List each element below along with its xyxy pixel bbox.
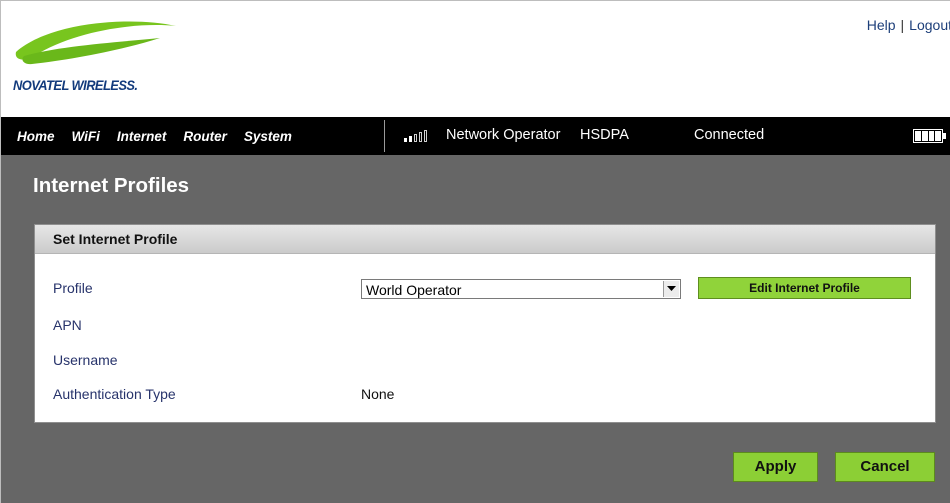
logo-text: NOVATEL WIRELESS.	[13, 77, 138, 93]
username-label: Username	[53, 352, 118, 368]
signal-strength-icon	[404, 130, 430, 142]
nav-item-router[interactable]: Router	[183, 129, 227, 144]
profile-select[interactable]: World Operator	[361, 279, 681, 299]
authentication-type-label: Authentication Type	[53, 386, 176, 402]
network-type: HSDPA	[580, 127, 629, 143]
network-operator: Network Operator	[446, 127, 561, 143]
panel-header: Set Internet Profile	[35, 225, 935, 254]
swoosh-icon	[15, 21, 176, 65]
nav-item-system[interactable]: System	[244, 129, 292, 144]
page-title: Internet Profiles	[33, 174, 190, 197]
apn-label: APN	[53, 317, 82, 333]
connection-status: Connected	[694, 127, 765, 143]
apply-button[interactable]: Apply	[733, 452, 818, 482]
profile-label: Profile	[53, 280, 93, 296]
nav-divider	[384, 120, 385, 152]
authentication-type-value: None	[361, 386, 395, 402]
nav-bar: Home WiFi Internet Router System Network…	[0, 117, 950, 155]
top-border	[0, 0, 950, 1]
nav-item-wifi[interactable]: WiFi	[72, 129, 100, 144]
top-links: Help | Logout	[867, 17, 950, 33]
profile-selected-value: World Operator	[366, 282, 462, 298]
panel-title: Set Internet Profile	[53, 231, 178, 247]
logout-link[interactable]: Logout	[909, 17, 950, 33]
set-internet-profile-panel: Set Internet Profile Profile World Opera…	[34, 224, 936, 423]
cancel-button[interactable]: Cancel	[835, 452, 935, 482]
battery-full-icon	[913, 129, 946, 143]
left-border	[0, 0, 1, 503]
help-link[interactable]: Help	[867, 17, 896, 33]
nav-item-home[interactable]: Home	[17, 129, 55, 144]
header: NOVATEL WIRELESS. Help | Logout	[0, 0, 950, 117]
nav-item-internet[interactable]: Internet	[117, 129, 167, 144]
main-content: Internet Profiles Set Internet Profile P…	[0, 155, 950, 503]
chevron-down-icon[interactable]	[663, 281, 679, 297]
link-separator: |	[900, 17, 905, 33]
edit-internet-profile-button[interactable]: Edit Internet Profile	[698, 277, 911, 299]
main-menu: Home WiFi Internet Router System	[0, 117, 292, 155]
novatel-logo[interactable]: NOVATEL WIRELESS.	[10, 16, 190, 96]
